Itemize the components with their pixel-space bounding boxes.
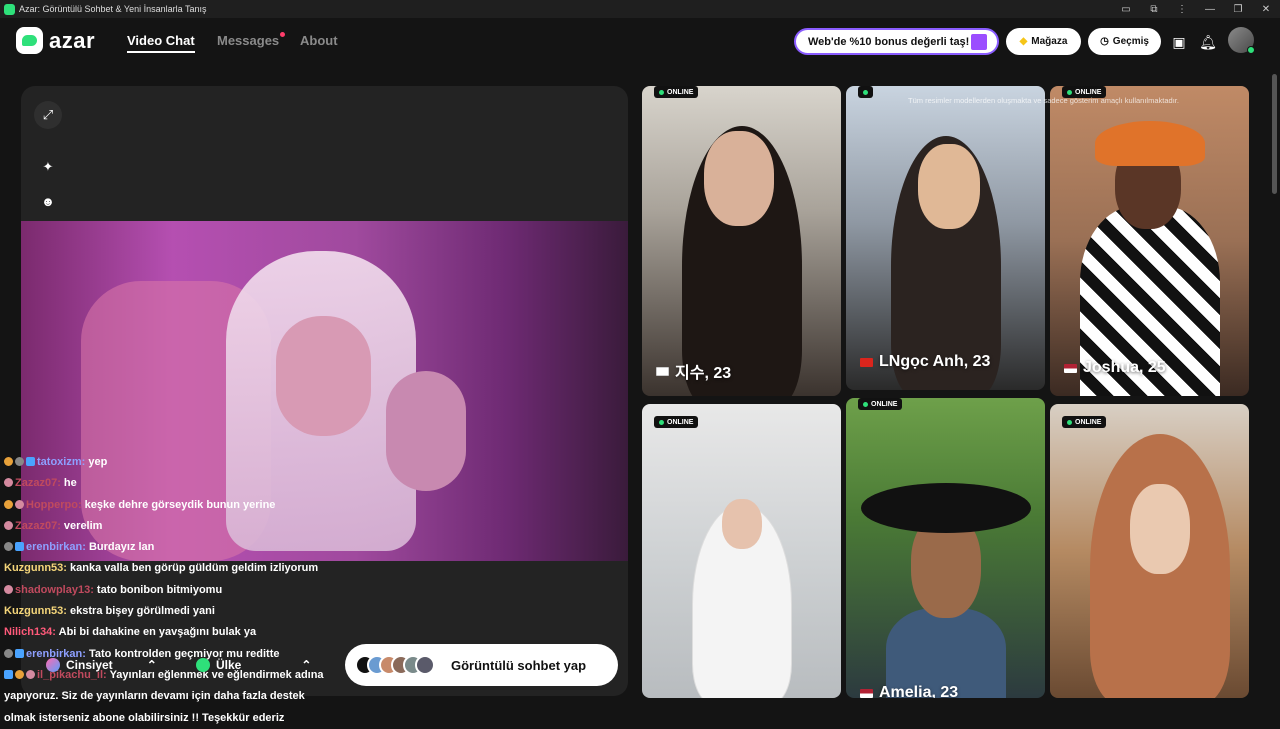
history-button[interactable]: ◷ Geçmiş [1088, 28, 1161, 55]
gender-filter-label: Cinsiyet [66, 658, 113, 672]
messages-notification-dot [280, 32, 285, 37]
profile-name: 지수, 23 [656, 359, 731, 383]
country-filter[interactable]: Ülke ⌃ [196, 656, 311, 674]
azar-logo[interactable]: azar [16, 27, 95, 54]
extensions-icon[interactable]: ⧉ [1140, 0, 1168, 18]
profile-card[interactable]: LNgọc Anh, 23 [846, 86, 1045, 390]
online-badge [858, 86, 873, 98]
close-button[interactable]: ✕ [1252, 0, 1280, 18]
gem-icon: ◆ [1019, 36, 1028, 47]
gender-icon [46, 658, 60, 672]
history-label: Geçmiş [1112, 36, 1149, 47]
app-icon [4, 3, 15, 15]
online-badge: ONLINE [858, 398, 903, 410]
nav-about[interactable]: About [300, 33, 338, 48]
user-faces-stack [355, 655, 435, 675]
bell-icon[interactable]: 🔔︎ [1198, 32, 1218, 52]
promo-text: Web'de %10 bonus değerli taş! [808, 35, 970, 48]
online-badge: ONLINE [654, 416, 699, 428]
cta-label: Görüntülü sohbet yap [451, 657, 587, 673]
cast-icon[interactable]: ▭ [1112, 0, 1140, 18]
store-label: Mağaza [1031, 36, 1068, 47]
chat-message: Kuzgunn53: kanka valla ben görüp güldüm … [4, 562, 319, 575]
minimize-button[interactable]: — [1196, 0, 1224, 18]
chevron-up-icon: ⌃ [301, 658, 312, 672]
nav-messages[interactable]: Messages [217, 33, 279, 48]
clock-icon: ◷ [1100, 36, 1109, 47]
expand-icon[interactable]: ⤢ [34, 101, 62, 129]
profile-card[interactable]: ONLINE Joshua, 25 [1050, 86, 1249, 396]
chat-message: yapıyoruz. Siz de yayınların devamı için… [4, 690, 305, 703]
azar-logo-icon [16, 27, 43, 54]
top-nav: azar Video Chat Messages About Web'de %1… [0, 18, 1280, 66]
inbox-icon[interactable]: ▣ [1169, 32, 1189, 52]
store-button[interactable]: ◆ Mağaza [1006, 28, 1081, 55]
flag-vn-icon [860, 357, 873, 367]
chat-message: tatoxizm: yep [4, 452, 344, 473]
face-filter-icon[interactable]: ☻ [34, 187, 62, 215]
profile-name: LNgọc Anh, 23 [860, 353, 990, 371]
chat-message: olmak isterseniz abone olabilirsiniz !! … [4, 711, 285, 724]
chat-message: erenbirkan: Burdayız lan [4, 537, 344, 558]
country-filter-label: Ülke [216, 658, 242, 672]
stream-chat-overlay: tatoxizm: yep Zazaz07: he Hopperpo: keşk… [4, 452, 344, 729]
chevron-up-icon: ⌃ [146, 658, 157, 672]
chat-message: Kuzgunn53: ekstra bişey görülmedi yani [4, 605, 215, 618]
chat-message: shadowplay13: tato bonibon bitmiyomu [4, 580, 344, 601]
online-badge: ONLINE [1062, 416, 1107, 428]
profile-grid: ONLINE 지수, 23 LNgọc Anh, 23 ONLINE Joshu… [642, 86, 1249, 698]
chat-message: Zazaz07: verelim [4, 516, 344, 537]
profile-card[interactable]: ONLINE [1050, 404, 1249, 698]
page-scrollbar[interactable] [1271, 66, 1278, 696]
avatar[interactable] [1228, 27, 1255, 54]
magic-wand-icon[interactable]: ✦ [34, 153, 62, 181]
profile-card[interactable]: ONLINE [642, 404, 841, 698]
flag-us-icon [1064, 363, 1077, 373]
window-title: Azar: Görüntülü Sohbet & Yeni İnsanlarla… [19, 4, 207, 14]
flag-us-icon [860, 688, 873, 698]
online-badge: ONLINE [654, 86, 699, 98]
online-status-dot [1247, 46, 1255, 54]
chat-message: Zazaz07: he [4, 473, 344, 494]
promo-banner[interactable]: Web'de %10 bonus değerli taş! [794, 28, 999, 55]
globe-icon [196, 658, 210, 672]
restore-button[interactable]: ❐ [1224, 0, 1252, 18]
profile-name: Amelia, 23 [860, 684, 958, 698]
nav-video-chat[interactable]: Video Chat [127, 33, 195, 53]
logo-text: azar [49, 27, 96, 53]
gender-filter[interactable]: Cinsiyet ⌃ [46, 656, 157, 674]
gift-icon [971, 34, 987, 50]
window-titlebar: Azar: Görüntülü Sohbet & Yeni İnsanlarla… [0, 0, 1280, 18]
start-video-chat-button[interactable]: Görüntülü sohbet yap [345, 644, 618, 686]
more-options-icon[interactable]: ⋮ [1168, 0, 1196, 18]
chat-message: Nilich134: Abi bi dahakine en yavşağını … [4, 626, 257, 639]
chat-message: Hopperpo: keşke dehre görseydik bunun ye… [4, 495, 344, 516]
profile-card[interactable]: ONLINE Amelia, 23 [846, 398, 1045, 698]
profile-name: Joshua, 25 [1064, 359, 1166, 377]
profile-card[interactable]: ONLINE 지수, 23 [642, 86, 841, 396]
disclaimer-text: Tüm resimler modellerden oluşmakta ve sa… [908, 96, 1179, 105]
flag-kr-icon [656, 366, 669, 376]
